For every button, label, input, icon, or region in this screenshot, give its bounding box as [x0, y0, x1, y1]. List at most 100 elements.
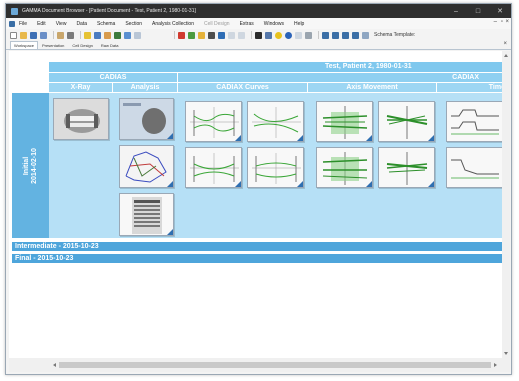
document-system-icon[interactable]: [9, 20, 15, 27]
menu-bar: File Edit View Data Schema Section Analy…: [6, 18, 511, 29]
print-icon[interactable]: [67, 31, 74, 39]
maximize-button[interactable]: □: [467, 4, 489, 18]
cadiax-curve-thumbnail[interactable]: [247, 147, 304, 188]
delete-icon[interactable]: [178, 31, 185, 39]
curve-chart-image: [190, 107, 239, 138]
new-document-icon[interactable]: [10, 31, 17, 39]
save-all-icon[interactable]: [40, 31, 47, 39]
time-chart-thumbnail[interactable]: [446, 101, 502, 142]
menu-file[interactable]: File: [19, 21, 27, 27]
axis-chart-image: [322, 152, 368, 185]
report-icon[interactable]: [322, 31, 329, 39]
axis-movement-thumbnail[interactable]: [378, 101, 435, 142]
axis-chart-image: [322, 106, 368, 139]
tab-raw-data[interactable]: Raw Data: [97, 41, 123, 49]
corner-marker: [297, 135, 303, 141]
column-header-axis-movement: Axis Movement: [308, 83, 436, 92]
minimize-button[interactable]: –: [445, 4, 467, 18]
settings-icon[interactable]: [218, 31, 225, 39]
tab-presentation[interactable]: Presentation: [38, 41, 68, 49]
paste-icon[interactable]: [104, 31, 111, 39]
capture-icon[interactable]: [124, 31, 131, 39]
mdi-close-button[interactable]: ×: [505, 19, 509, 25]
toolbar-separator: [318, 31, 319, 39]
menu-extras[interactable]: Extras: [240, 21, 254, 27]
vertical-scrollbar[interactable]: [502, 51, 510, 358]
zoom-icon[interactable]: [295, 31, 302, 39]
analysis-thumbnail-ceph[interactable]: [119, 98, 174, 140]
cadiax-curve-thumbnail[interactable]: [185, 101, 242, 142]
axis-movement-thumbnail[interactable]: [316, 147, 373, 188]
app-icon: [11, 7, 18, 15]
menu-data[interactable]: Data: [76, 21, 87, 27]
monitor-icon[interactable]: [265, 31, 272, 39]
tab-cell-design[interactable]: Cell Design: [68, 41, 96, 49]
time-chart-image: [451, 159, 499, 179]
sun-icon[interactable]: [275, 31, 282, 39]
corner-marker: [167, 133, 173, 139]
chart-icon[interactable]: [342, 31, 349, 39]
tab-workspace[interactable]: Workspace: [10, 41, 38, 49]
time-chart-image: [451, 109, 499, 135]
cephalometric-image: [120, 99, 173, 139]
axis-movement-thumbnail[interactable]: [378, 147, 435, 188]
toolbar-separator: [80, 31, 81, 39]
close-document-button[interactable]: ×: [503, 41, 507, 47]
schema-template-label: Schema Template:: [374, 32, 416, 38]
tools-icon[interactable]: [198, 31, 205, 39]
properties-icon[interactable]: [362, 31, 369, 39]
save-icon[interactable]: [30, 31, 37, 39]
scan-icon[interactable]: [134, 31, 141, 39]
camera-icon[interactable]: [208, 31, 215, 39]
analysis-thumbnail-table[interactable]: [119, 193, 174, 236]
copy-icon[interactable]: [94, 31, 101, 39]
corner-marker: [428, 181, 434, 187]
section-final[interactable]: Final - 2015-10-23: [12, 254, 502, 263]
arrow-icon[interactable]: [305, 31, 312, 39]
axis-chart-image: [386, 106, 428, 139]
curve-chart-image: [252, 107, 301, 138]
row-header-title: Initial: [22, 156, 30, 175]
view-tabs: Workspace Presentation Cell Design Raw D…: [6, 41, 511, 50]
template-icon[interactable]: [352, 31, 359, 39]
globe-icon[interactable]: [285, 31, 292, 39]
mdi-restore-button[interactable]: ▫: [501, 19, 503, 25]
menu-windows[interactable]: Windows: [264, 21, 284, 27]
menu-section[interactable]: Section: [125, 21, 142, 27]
open-folder-icon[interactable]: [20, 31, 27, 39]
tracing-image: [120, 146, 173, 187]
mdi-minimize-button[interactable]: –: [494, 19, 497, 25]
cadiax-curve-thumbnail[interactable]: [247, 101, 304, 142]
analysis-icon[interactable]: [188, 31, 195, 39]
section-intermediate[interactable]: Intermediate - 2015-10-23: [12, 242, 502, 251]
table-image: [132, 197, 162, 234]
close-button[interactable]: ✕: [489, 4, 511, 18]
cadiax-curve-thumbnail[interactable]: [185, 147, 242, 188]
patient-header: Test, Patient 2, 1980-01-31: [49, 62, 502, 72]
image-icon[interactable]: [114, 31, 121, 39]
menu-edit[interactable]: Edit: [37, 21, 46, 27]
menu-analysis-collection[interactable]: Analysis Collection: [152, 21, 194, 27]
time-chart-thumbnail[interactable]: [446, 147, 502, 188]
analysis-thumbnail-tracing[interactable]: [119, 145, 174, 188]
horizontal-scrollbar[interactable]: [9, 358, 510, 372]
xray-thumbnail[interactable]: [53, 98, 109, 140]
export-icon[interactable]: [332, 31, 339, 39]
toolbar-separator: [53, 31, 54, 39]
print-preview-icon[interactable]: [57, 31, 64, 39]
row-header-initial[interactable]: Initial 2014-02-10: [12, 93, 49, 238]
corner-marker: [235, 181, 241, 187]
title-bar: GAMMA Document Browser - [Patient Docume…: [6, 4, 511, 18]
menu-cell-design[interactable]: Cell Design: [204, 21, 230, 27]
layout-icon[interactable]: [238, 31, 245, 39]
menu-schema[interactable]: Schema: [97, 21, 115, 27]
xray-image: [64, 109, 100, 133]
cut-icon[interactable]: [84, 31, 91, 39]
menu-help[interactable]: Help: [294, 21, 304, 27]
curve-chart-image: [190, 153, 239, 184]
menu-view[interactable]: View: [56, 21, 67, 27]
grid-icon[interactable]: [228, 31, 235, 39]
corner-marker: [167, 181, 173, 187]
record-icon[interactable]: [255, 31, 262, 39]
axis-movement-thumbnail[interactable]: [316, 101, 373, 142]
